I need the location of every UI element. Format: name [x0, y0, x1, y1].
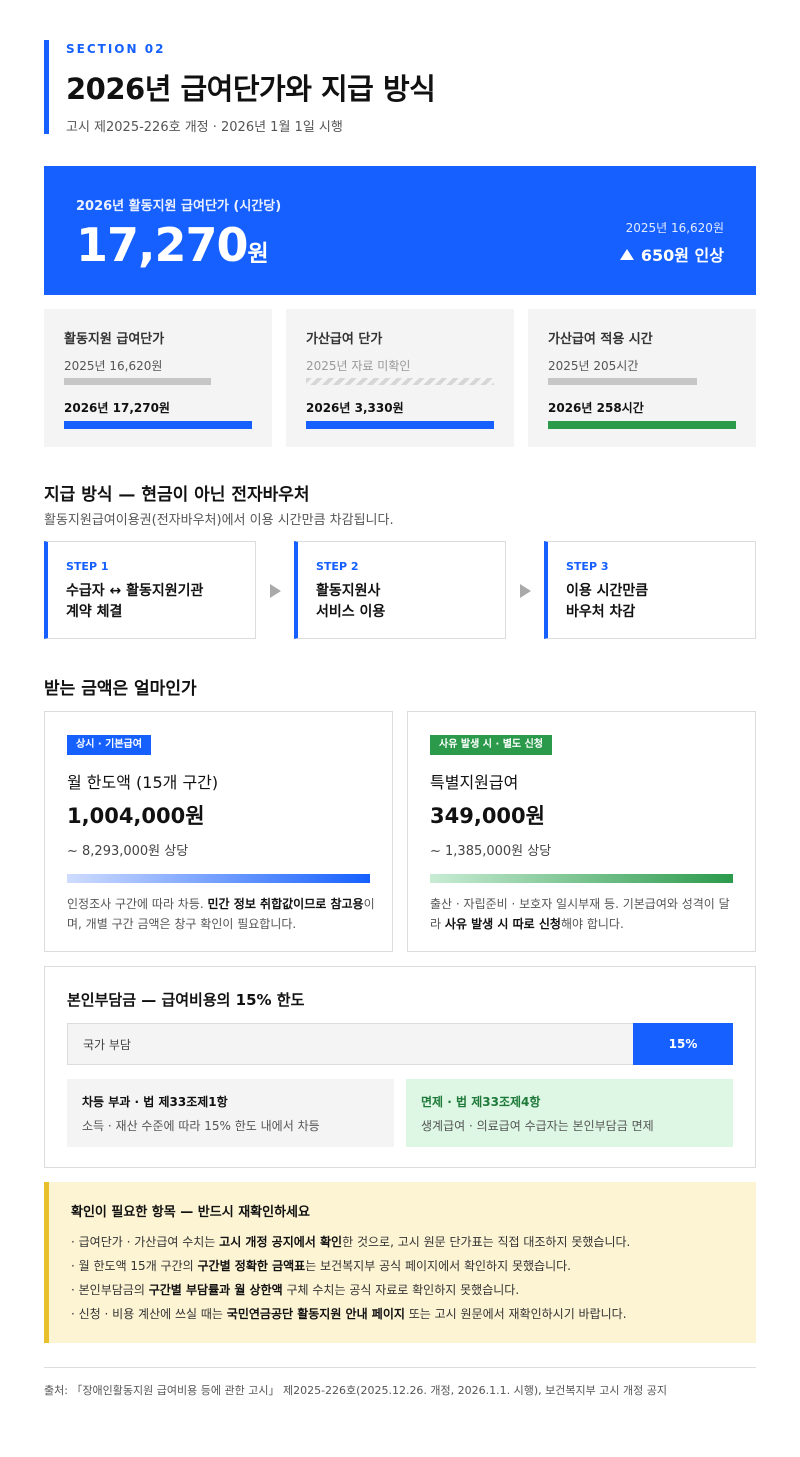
- list-item: · 신청 · 비용 계산에 쓰실 때는 국민연금공단 활동지원 안내 페이지 또…: [71, 1307, 627, 1321]
- list-item: · 급여단가 · 가산급여 수치는 고시 개정 공지에서 확인한 것으로, 고시…: [71, 1235, 631, 1249]
- comparison-card-prev: 2025년 205시간: [548, 359, 639, 373]
- step-card-2: STEP 2 활동지원사 서비스 이용: [294, 541, 506, 639]
- sub-box-title: 차등 부과 · 법 제33조제1항: [82, 1095, 228, 1109]
- verification-notice: 확인이 필요한 항목 — 반드시 재확인하세요 · 급여단가 · 가산급여 수치…: [44, 1182, 756, 1343]
- benefit-amount: 349,000원: [430, 804, 545, 828]
- sub-box-text: 소득 · 재산 수준에 따라 15% 한도 내에서 차등: [82, 1119, 320, 1133]
- list-item: · 본인부담금의 구간별 부담률과 월 상한액 구체 수치는 공식 자료로 확인…: [71, 1283, 520, 1297]
- current-year-bar: [64, 421, 252, 429]
- gradient-range-bar: [67, 874, 370, 883]
- step-number: STEP 1: [66, 560, 109, 573]
- state-share-label: 국가 부담: [83, 1038, 131, 1052]
- step-text: 이용 시간만큼 바우처 차감: [566, 583, 649, 620]
- triangle-up-icon: [619, 249, 634, 260]
- hero-rate-panel: 2026년 활동지원 급여단가 (시간당) 17,270원 2025년 16,6…: [44, 166, 756, 295]
- section-label: SECTION 02: [66, 42, 166, 56]
- hero-amount-value: 17,270: [76, 218, 249, 272]
- comparison-card-prev: 2025년 16,620원: [64, 359, 163, 373]
- step-card-1: STEP 1 수급자 ↔ 활동지원기관 계약 체결: [44, 541, 256, 639]
- hero-amount-unit: 원: [247, 241, 269, 267]
- sub-box-title: 면제 · 법 제33조제4항: [421, 1095, 541, 1109]
- gradient-range-bar: [430, 874, 733, 883]
- benefit-tag: 사유 발생 시 · 별도 신청: [430, 735, 553, 755]
- benefit-note: 인정조사 구간에 따라 차등. 민간 정보 취합값이므로 참고용이며, 개별 구…: [67, 897, 375, 931]
- differential-charge-box: 차등 부과 · 법 제33조제1항 소득 · 재산 수준에 따라 15% 한도 …: [67, 1079, 394, 1147]
- page-title: 2026년 급여단가와 지급 방식: [66, 72, 436, 106]
- step-text: 수급자 ↔ 활동지원기관 계약 체결: [66, 583, 204, 620]
- source-citation: 출처: 「장애인활동지원 급여비용 등에 관한 고시」 제2025-226호(2…: [44, 1384, 667, 1397]
- current-year-bar: [548, 421, 736, 429]
- notice-title: 확인이 필요한 항목 — 반드시 재확인하세요: [71, 1205, 310, 1220]
- payment-heading: 지급 방식 — 현금이 아닌 전자바우처: [44, 485, 310, 505]
- comparison-card-current: 2026년 3,330원: [306, 401, 404, 415]
- step-card-3: STEP 3 이용 시간만큼 바우처 차감: [544, 541, 756, 639]
- benefit-range: ~ 1,385,000원 상당: [430, 844, 552, 859]
- exemption-box: 면제 · 법 제33조제4항 생계급여 · 의료급여 수급자는 본인부담금 면제: [406, 1079, 733, 1147]
- footer-divider: [44, 1367, 756, 1368]
- special-benefit-card: 사유 발생 시 · 별도 신청 특별지원급여 349,000원 ~ 1,385,…: [407, 711, 756, 952]
- page-subtitle: 고시 제2025-226호 개정 · 2026년 1월 1일 시행: [66, 120, 343, 135]
- section-accent-bar: [44, 40, 49, 134]
- basic-benefit-card: 상시 · 기본급여 월 한도액 (15개 구간) 1,004,000원 ~ 8,…: [44, 711, 393, 952]
- comparison-card-title: 활동지원 급여단가: [64, 332, 165, 347]
- benefit-note: 출산 · 자립준비 · 보호자 일시부재 등. 기본급여와 성격이 달라 사유 …: [430, 897, 730, 931]
- prev-year-bar: [548, 378, 697, 385]
- benefit-title: 특별지원급여: [430, 773, 519, 792]
- copay-title: 본인부담금 — 급여비용의 15% 한도: [67, 991, 305, 1009]
- notice-list: · 급여단가 · 가산급여 수치는 고시 개정 공지에서 확인한 것으로, 고시…: [71, 1230, 630, 1326]
- hero-increase-text: 650원 인상: [640, 246, 724, 265]
- comparison-card-current: 2026년 258시간: [548, 401, 644, 415]
- comparison-card-prev: 2025년 자료 미확인: [306, 359, 411, 373]
- payment-description: 활동지원급여이용권(전자바우처)에서 이용 시간만큼 차감됩니다.: [44, 513, 394, 528]
- benefit-range: ~ 8,293,000원 상당: [67, 844, 189, 859]
- benefit-amount: 1,004,000원: [67, 804, 205, 828]
- step-number: STEP 3: [566, 560, 609, 573]
- hero-amount: 17,270원: [76, 218, 269, 272]
- copay-panel: 본인부담금 — 급여비용의 15% 한도 국가 부담 15% 차등 부과 · 법…: [44, 966, 756, 1168]
- comparison-card-title: 가산급여 단가: [306, 332, 383, 347]
- comparison-card-rate: 활동지원 급여단가 2025년 16,620원 2026년 17,270원: [44, 309, 272, 447]
- arrow-right-icon: [520, 584, 531, 598]
- hero-previous-rate: 2025년 16,620원: [625, 221, 724, 235]
- comparison-card-title: 가산급여 적용 시간: [548, 332, 653, 347]
- comparison-card-extra-hours: 가산급여 적용 시간 2025년 205시간 2026년 258시간: [528, 309, 756, 447]
- comparison-card-extra-rate: 가산급여 단가 2025년 자료 미확인 2026년 3,330원: [286, 309, 514, 447]
- step-text: 활동지원사 서비스 이용: [316, 583, 386, 620]
- copay-share-bar: 국가 부담 15%: [67, 1023, 733, 1065]
- list-item: · 월 한도액 15개 구간의 구간별 정확한 금액표는 보건복지부 공식 페이…: [71, 1259, 571, 1273]
- amounts-heading: 받는 금액은 얼마인가: [44, 679, 197, 699]
- self-share-fill: 15%: [633, 1023, 733, 1065]
- prev-year-bar: [64, 378, 211, 385]
- current-year-bar: [306, 421, 494, 429]
- unknown-data-hatch-bar: [306, 378, 494, 385]
- comparison-card-current: 2026년 17,270원: [64, 401, 170, 415]
- arrow-right-icon: [270, 584, 281, 598]
- step-number: STEP 2: [316, 560, 359, 573]
- hero-increase: 650원 인상: [619, 242, 724, 266]
- benefit-tag: 상시 · 기본급여: [67, 735, 151, 755]
- benefit-title: 월 한도액 (15개 구간): [67, 773, 219, 792]
- hero-label: 2026년 활동지원 급여단가 (시간당): [76, 199, 282, 214]
- sub-box-text: 생계급여 · 의료급여 수급자는 본인부담금 면제: [421, 1119, 654, 1133]
